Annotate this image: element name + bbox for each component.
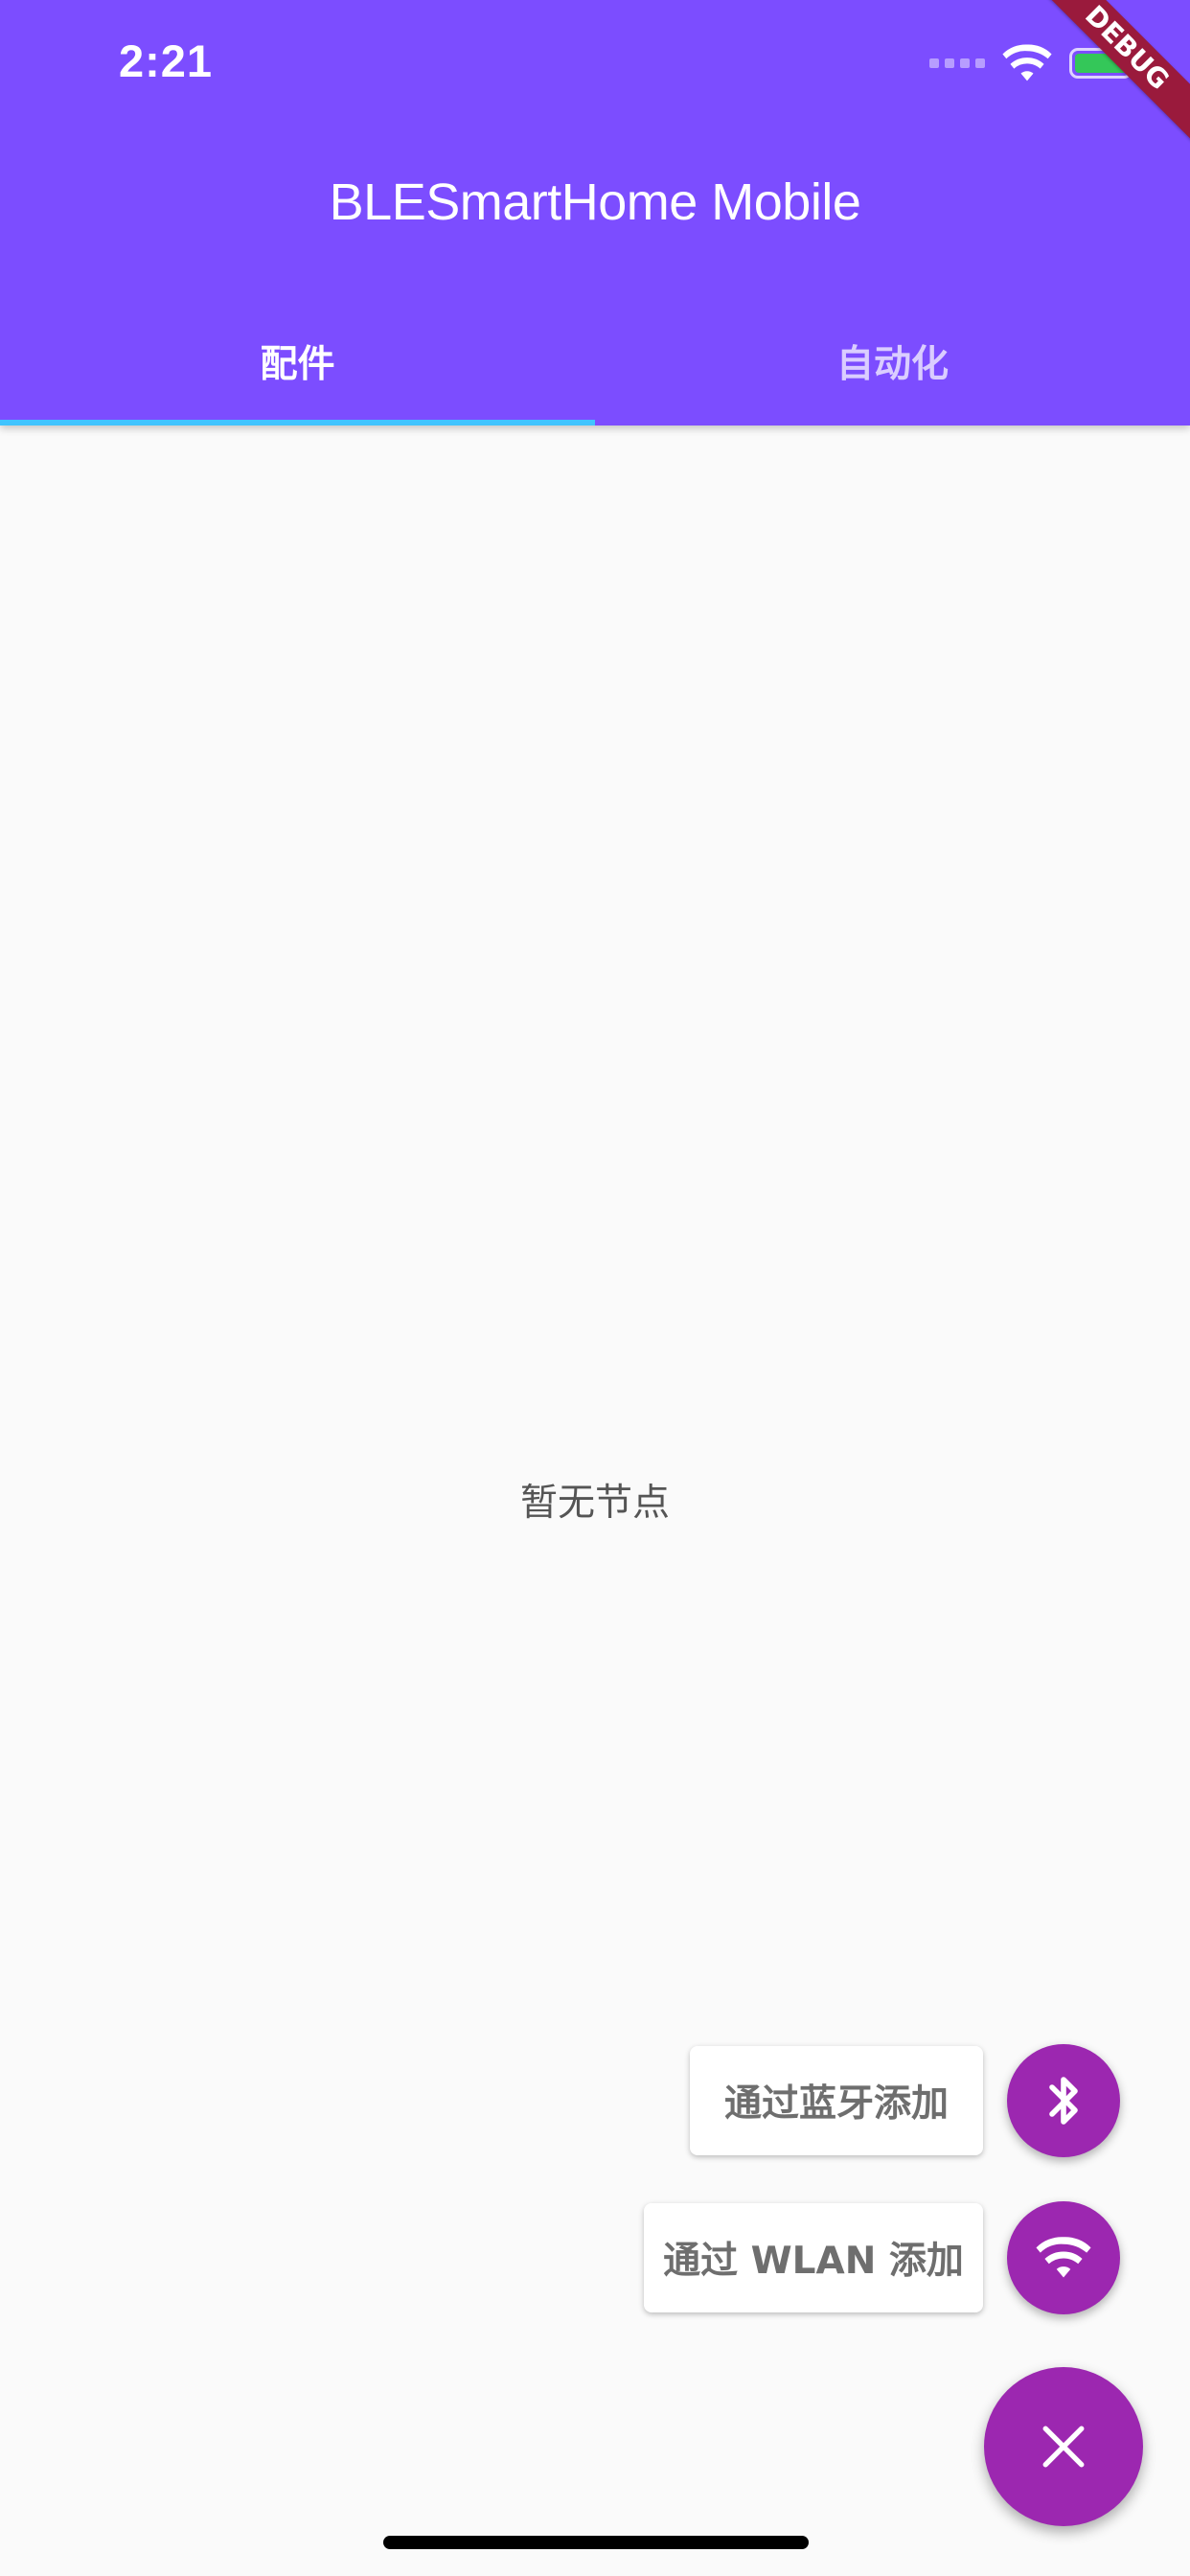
tab-bar: 配件 自动化 [0, 297, 1190, 426]
empty-state-message: 暂无节点 [519, 1482, 670, 1525]
wifi-icon [1036, 2237, 1091, 2278]
page-title: BLESmartHome Mobile [329, 173, 861, 231]
speed-dial-close-button[interactable] [984, 2367, 1143, 2526]
app-bar: 2:21 DEBUG BLESmartHome Mobile 配件 自动化 [0, 0, 1190, 426]
tab-automation[interactable]: 自动化 [595, 297, 1190, 426]
add-via-wlan-label[interactable]: 通过 WLAN 添加 [644, 2203, 983, 2312]
status-bar-time: 2:21 [119, 35, 214, 86]
add-via-bluetooth-label[interactable]: 通过蓝牙添加 [690, 2046, 983, 2155]
add-via-bluetooth-button[interactable] [1007, 2044, 1120, 2157]
cellular-signal-icon [929, 58, 985, 68]
home-indicator[interactable] [383, 2536, 809, 2549]
tab-indicator [0, 420, 595, 426]
tab-accessories[interactable]: 配件 [0, 297, 595, 426]
close-icon [1042, 2426, 1085, 2468]
wifi-status-icon [1002, 44, 1052, 81]
add-via-wlan-button[interactable] [1007, 2201, 1120, 2314]
bluetooth-icon [1049, 2077, 1078, 2125]
